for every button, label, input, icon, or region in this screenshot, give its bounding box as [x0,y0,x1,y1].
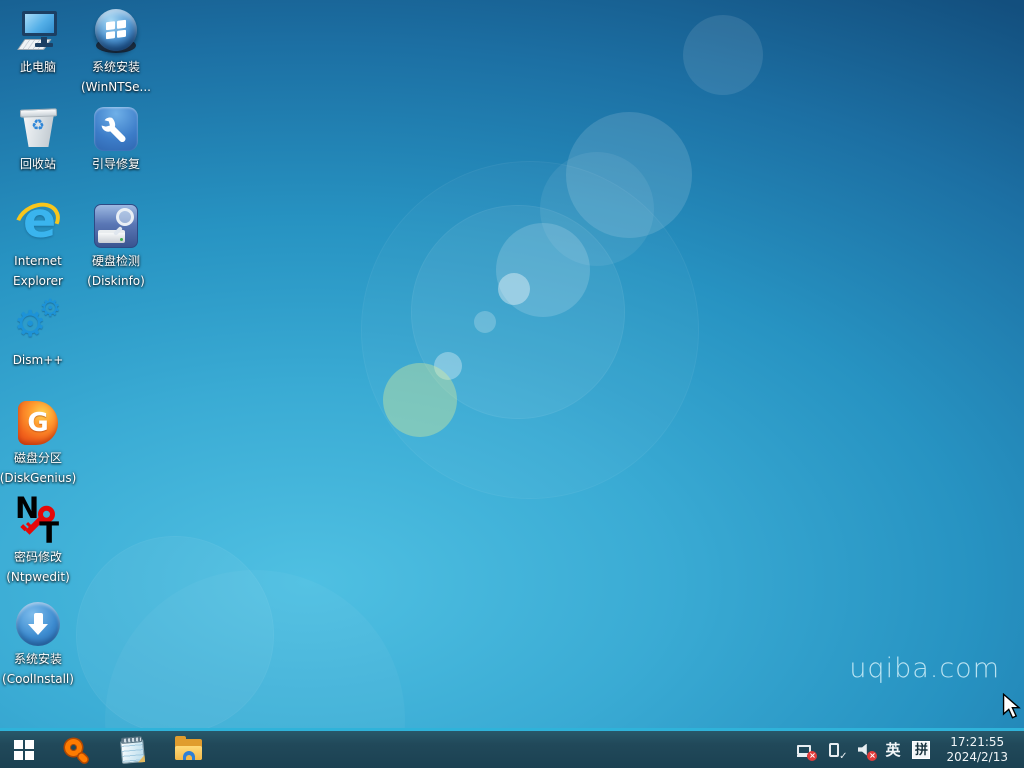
notepad-button[interactable] [104,731,160,768]
icon-sublabel: Explorer [13,273,63,290]
safely-remove-usb-icon[interactable]: ✓ [825,741,843,758]
windows-button-icon [92,8,140,56]
download-arrow-icon [14,600,62,648]
search-icon [63,737,89,763]
icon-label: Internet [14,253,62,270]
icon-label: 系统安装 [92,59,140,76]
icon-label: 磁盘分区 [14,450,62,467]
icon-sublabel: (Ntpwedit) [6,569,70,586]
folder-icon [175,739,202,760]
recycle-bin-icon: ♻ [14,105,62,153]
lens-flare-circle [498,273,530,305]
ie-icon: e [14,202,62,250]
desktop-icon-winntsetup[interactable]: 系统安装 (WinNTSe... [78,6,154,96]
notepad-icon [119,736,144,764]
icon-label: 密码修改 [14,549,62,566]
taskbar: × ✓ × 英 拼 17:21:55 2024/2/13 [0,728,1024,768]
screen: 此电脑 系统安装 (WinNTSe... ♻ 回收站 [0,0,1024,768]
taskbar-clock[interactable]: 17:21:55 2024/2/13 [942,735,1012,765]
network-error-badge: × [807,751,817,761]
start-button[interactable] [0,731,48,768]
lens-flare-circle [683,15,763,95]
volume-muted-icon[interactable]: × [855,741,873,758]
mute-badge: × [867,751,877,761]
lens-flare-circle [383,363,457,437]
desktop-icon-this-pc[interactable]: 此电脑 [0,6,76,76]
icon-label: 引导修复 [92,156,140,173]
icon-label: 此电脑 [20,59,56,76]
hdd-magnifier-icon [92,202,140,250]
desktop-icon-recycle-bin[interactable]: ♻ 回收站 [0,103,76,173]
desktop-icon-ntpwedit[interactable]: N T 密码修改 (Ntpwedit) [0,496,76,586]
icon-label: Dism++ [13,352,64,369]
icon-label: 回收站 [20,156,56,173]
windows-logo-icon [14,740,34,760]
system-tray: × ✓ × 英 拼 17:21:55 2024/2/13 [795,731,1024,768]
wrench-glyph [101,114,131,144]
watermark: uqiba.com [849,653,1000,684]
network-disconnected-icon[interactable]: × [795,741,813,758]
desktop-icon-diskgenius[interactable]: G 磁盘分区 (DiskGenius) [0,397,76,487]
icon-label: 系统安装 [14,651,62,668]
icon-sublabel: (CoolInstall) [2,671,74,688]
ime-pinyin-icon[interactable]: 拼 [912,741,930,759]
input-language-indicator[interactable]: 英 [885,739,900,760]
search-everything-button[interactable] [48,731,104,768]
desktop-background: 此电脑 系统安装 (WinNTSe... ♻ 回收站 [0,0,1024,728]
desktop-icon-boot-repair[interactable]: 引导修复 [78,103,154,173]
desktop-icon-internet-explorer[interactable]: e Internet Explorer [0,200,76,290]
icon-sublabel: (Diskinfo) [87,273,145,290]
icon-label: 硬盘检测 [92,253,140,270]
desktop-icon-coolinstall[interactable]: 系统安装 (CoolInstall) [0,598,76,688]
clock-date: 2024/2/13 [946,750,1008,765]
diskgenius-icon: G [14,399,62,447]
desktop-icon-diskinfo[interactable]: 硬盘检测 (Diskinfo) [78,200,154,290]
desktop-icon-dism[interactable]: ⚙ ⚙ Dism++ [0,299,76,369]
gears-icon: ⚙ ⚙ [14,301,62,349]
icon-sublabel: (DiskGenius) [0,470,76,487]
wrench-icon [92,105,140,153]
lens-flare-circle [474,311,496,333]
clock-time: 17:21:55 [946,735,1008,750]
nt-key-icon: N T [14,498,62,546]
usb-check-mark: ✓ [839,751,847,762]
icon-sublabel: (WinNTSe... [81,79,151,96]
this-pc-icon [14,8,62,56]
file-explorer-button[interactable] [160,731,216,768]
